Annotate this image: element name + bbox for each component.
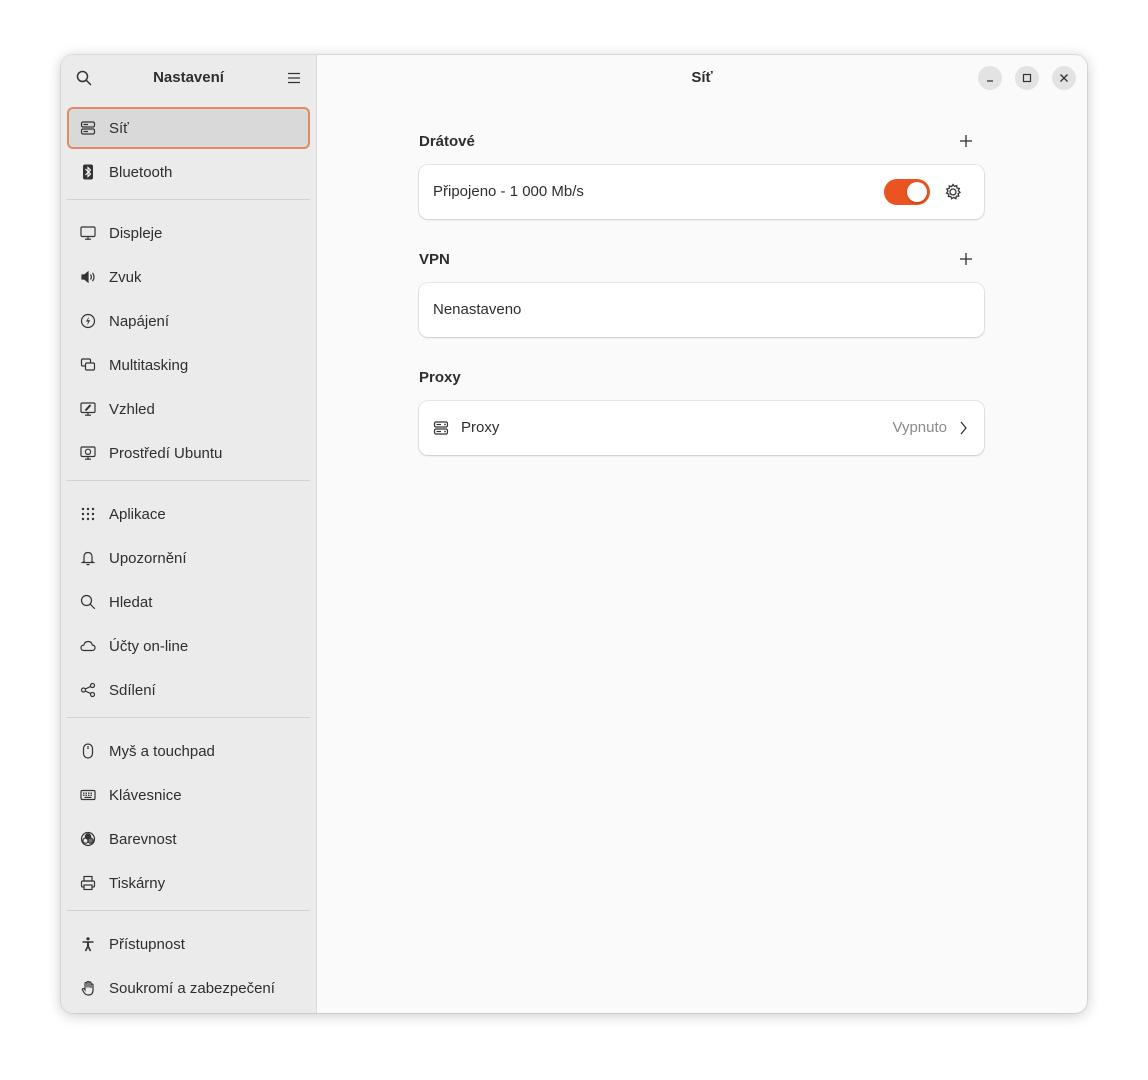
mouse-icon: [80, 743, 96, 759]
sidebar-item-multitasking[interactable]: Multitasking: [67, 344, 310, 386]
sidebar-item-label: Napájení: [109, 312, 170, 330]
apps-grid-icon: [80, 506, 96, 522]
sidebar-item-label: Aplikace: [109, 505, 166, 523]
proxy-label: Proxy: [461, 419, 500, 436]
sidebar-item-label: Myš a touchpad: [109, 742, 215, 760]
add-wired-button[interactable]: [955, 130, 977, 152]
sidebar-item-printer[interactable]: Tiskárny: [67, 862, 310, 904]
multitasking-icon: [80, 357, 96, 373]
toggle-knob: [907, 182, 927, 202]
sidebar-header: Nastavení: [61, 55, 316, 101]
sidebar-item-appearance[interactable]: Vzhled: [67, 388, 310, 430]
plus-icon: [960, 253, 972, 265]
vpn-row: Nenastaveno: [419, 283, 984, 337]
sidebar-item-label: Vzhled: [109, 400, 155, 418]
sidebar-item-label: Prostředí Ubuntu: [109, 444, 223, 462]
sidebar-item-power[interactable]: Napájení: [67, 300, 310, 342]
sidebar: Nastavení Síť Bluetooth Displeje Zvuk Napáje…: [61, 55, 317, 1013]
sidebar-item-label: Tiskárny: [109, 874, 166, 892]
sidebar-item-accessibility[interactable]: Přístupnost: [67, 923, 310, 965]
network-server-icon: [433, 421, 449, 435]
wired-group-title: Drátové: [419, 133, 475, 150]
appearance-icon: [80, 401, 96, 417]
main-content: Síť Drátové Připojeno - 1 000 Mb/s VPN N…: [317, 55, 1087, 1013]
sidebar-item-bluetooth[interactable]: Bluetooth: [67, 151, 310, 193]
main-menu-button[interactable]: [281, 65, 307, 91]
sidebar-item-display[interactable]: Displeje: [67, 212, 310, 254]
ubuntu-desktop-icon: [80, 445, 96, 461]
color-icon: [80, 831, 96, 847]
proxy-row[interactable]: Proxy Vypnuto: [419, 401, 984, 455]
sidebar-item-search[interactable]: Hledat: [67, 581, 310, 623]
sidebar-separator: [67, 480, 310, 481]
wired-toggle[interactable]: [884, 179, 930, 205]
wired-connection-row: Připojeno - 1 000 Mb/s: [419, 165, 984, 219]
sidebar-item-label: Sdílení: [109, 681, 156, 699]
sidebar-item-mouse[interactable]: Myš a touchpad: [67, 730, 310, 772]
hand-icon: [80, 980, 96, 996]
sidebar-item-apps-grid[interactable]: Aplikace: [67, 493, 310, 535]
sound-icon: [80, 269, 96, 285]
sidebar-item-label: Přístupnost: [109, 935, 185, 953]
bell-icon: [80, 550, 96, 566]
wired-settings-button[interactable]: [943, 182, 963, 202]
proxy-group-title: Proxy: [419, 369, 461, 386]
sidebar-item-label: Displeje: [109, 224, 163, 242]
share-icon: [80, 682, 96, 698]
sidebar-item-color[interactable]: Barevnost: [67, 818, 310, 860]
settings-window: Nastavení Síť Bluetooth Displeje Zvuk Napáje…: [61, 55, 1087, 1013]
accessibility-icon: [80, 936, 96, 952]
sidebar-item-sound[interactable]: Zvuk: [67, 256, 310, 298]
vpn-group-title: VPN: [419, 251, 450, 268]
network-icon: [80, 120, 96, 136]
sidebar-item-ubuntu-desktop[interactable]: Prostředí Ubuntu: [67, 432, 310, 474]
close-button[interactable]: [1052, 66, 1076, 90]
sidebar-item-share[interactable]: Sdílení: [67, 669, 310, 711]
keyboard-icon: [80, 787, 96, 803]
proxy-value: Vypnuto: [892, 419, 948, 436]
sidebar-item-label: Multitasking: [109, 356, 189, 374]
sidebar-list: Síť Bluetooth Displeje Zvuk Napájení Multitas…: [67, 107, 310, 1013]
sidebar-item-label: Upozornění: [109, 549, 187, 567]
sidebar-item-hand[interactable]: Soukromí a zabezpečení: [67, 967, 310, 1009]
bluetooth-icon: [80, 164, 96, 180]
wired-status-label: Připojeno - 1 000 Mb/s: [433, 183, 584, 200]
display-icon: [80, 225, 96, 241]
sidebar-item-label: Bluetooth: [109, 163, 173, 181]
close-icon: [1060, 74, 1068, 82]
vpn-status-label: Nenastaveno: [433, 301, 522, 318]
sidebar-separator: [67, 717, 310, 718]
sidebar-item-label: Hledat: [109, 593, 153, 611]
sidebar-separator: [67, 910, 310, 911]
sidebar-item-label: Klávesnice: [109, 786, 182, 804]
sidebar-item-network[interactable]: Síť: [67, 107, 310, 149]
sidebar-item-bell[interactable]: Upozornění: [67, 537, 310, 579]
minimize-button[interactable]: [978, 66, 1002, 90]
sidebar-item-keyboard[interactable]: Klávesnice: [67, 774, 310, 816]
sidebar-item-system[interactable]: Systém: [67, 1011, 310, 1013]
maximize-icon: [1022, 73, 1032, 83]
page-title: Síť: [691, 69, 713, 86]
search-icon: [80, 594, 96, 610]
sidebar-title: Nastavení: [153, 69, 224, 86]
chevron-right-icon: [960, 421, 967, 435]
maximize-button[interactable]: [1015, 66, 1039, 90]
add-vpn-button[interactable]: [955, 248, 977, 270]
sidebar-item-label: Barevnost: [109, 830, 177, 848]
cloud-icon: [80, 638, 96, 654]
power-icon: [80, 313, 96, 329]
plus-icon: [960, 135, 972, 147]
printer-icon: [80, 875, 96, 891]
menu-icon: [288, 72, 300, 84]
sidebar-separator: [67, 199, 310, 200]
sidebar-item-label: Zvuk: [109, 268, 142, 286]
sidebar-item-label: Soukromí a zabezpečení: [109, 979, 275, 997]
sidebar-item-label: Účty on-line: [109, 637, 189, 655]
gear-icon: [945, 183, 962, 200]
sidebar-item-label: Síť: [109, 119, 129, 137]
minimize-icon: [987, 80, 993, 82]
sidebar-item-cloud[interactable]: Účty on-line: [67, 625, 310, 667]
